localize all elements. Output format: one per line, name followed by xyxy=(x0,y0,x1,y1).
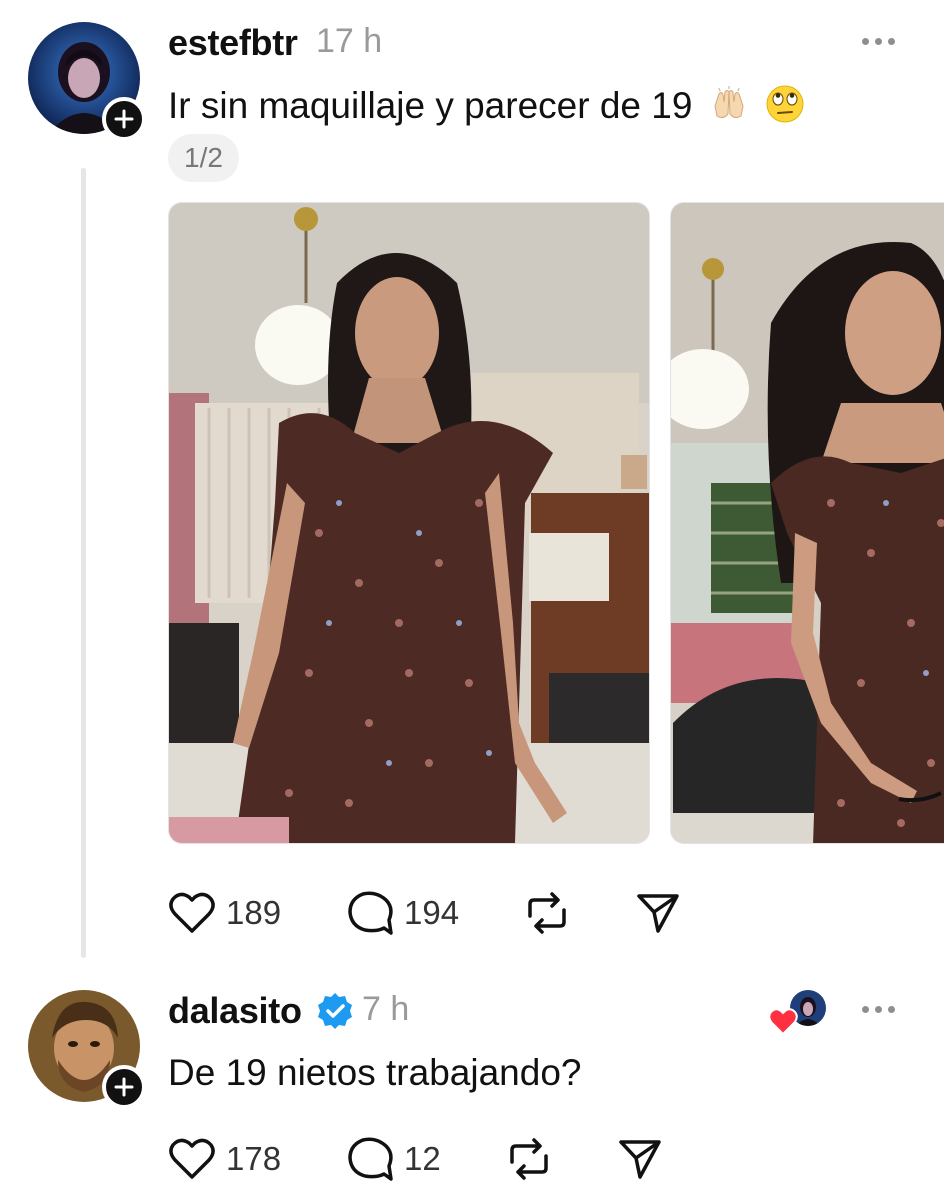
plus-icon xyxy=(114,109,134,129)
reply-actions: 178 12 xyxy=(168,1136,662,1182)
post-username[interactable]: estefbtr xyxy=(168,22,298,64)
comment-icon xyxy=(348,1137,393,1181)
reply-count: 194 xyxy=(404,894,460,931)
threads-feed: estefbtr 17 h Ir sin maquillaje y parece… xyxy=(0,0,944,1200)
share-button[interactable] xyxy=(636,892,680,934)
like-count: 178 xyxy=(226,1140,282,1177)
post-timestamp: 17 h xyxy=(316,22,383,60)
comment-icon xyxy=(348,891,393,935)
like-button[interactable]: 189 xyxy=(168,891,346,935)
like-button[interactable]: 178 xyxy=(168,1137,346,1181)
more-options-icon[interactable] xyxy=(862,38,895,45)
more-options-icon[interactable] xyxy=(862,1006,895,1013)
post-actions: 189 194 xyxy=(168,890,680,936)
share-button[interactable] xyxy=(618,1138,662,1180)
reply-timestamp: 7 h xyxy=(362,990,410,1028)
like-count: 189 xyxy=(226,894,282,931)
repost-icon xyxy=(510,1138,548,1180)
reply-count: 12 xyxy=(404,1140,441,1177)
send-icon xyxy=(637,894,679,933)
thread-connector-line xyxy=(81,168,86,958)
reply-button[interactable]: 12 xyxy=(346,1136,506,1182)
author-liked-heart-icon xyxy=(768,1008,798,1036)
face-with-rolling-eyes-emoji xyxy=(766,85,804,123)
post-text: Ir sin maquillaje y parecer de 19 xyxy=(168,85,693,126)
repost-button[interactable] xyxy=(506,1138,618,1180)
image-pager-badge: 1/2 xyxy=(168,134,239,182)
post-photo-2[interactable] xyxy=(670,202,944,844)
follow-button[interactable] xyxy=(102,1065,146,1109)
repost-button[interactable] xyxy=(524,892,636,934)
reply-username[interactable]: dalasito xyxy=(168,990,302,1032)
follow-button[interactable] xyxy=(102,97,146,141)
repost-icon xyxy=(528,892,566,934)
reply-text: De 19 nietos trabajando? xyxy=(168,1052,582,1093)
raising-hands-emoji xyxy=(714,86,744,119)
send-icon xyxy=(619,1140,661,1179)
reply-button[interactable]: 194 xyxy=(346,890,524,936)
heart-icon xyxy=(169,892,215,933)
verified-badge-icon xyxy=(318,993,352,1029)
heart-icon xyxy=(169,1138,215,1179)
plus-icon xyxy=(114,1077,134,1097)
post-photo-1[interactable] xyxy=(168,202,650,844)
post-text-row: Ir sin maquillaje y parecer de 19 xyxy=(168,84,805,127)
